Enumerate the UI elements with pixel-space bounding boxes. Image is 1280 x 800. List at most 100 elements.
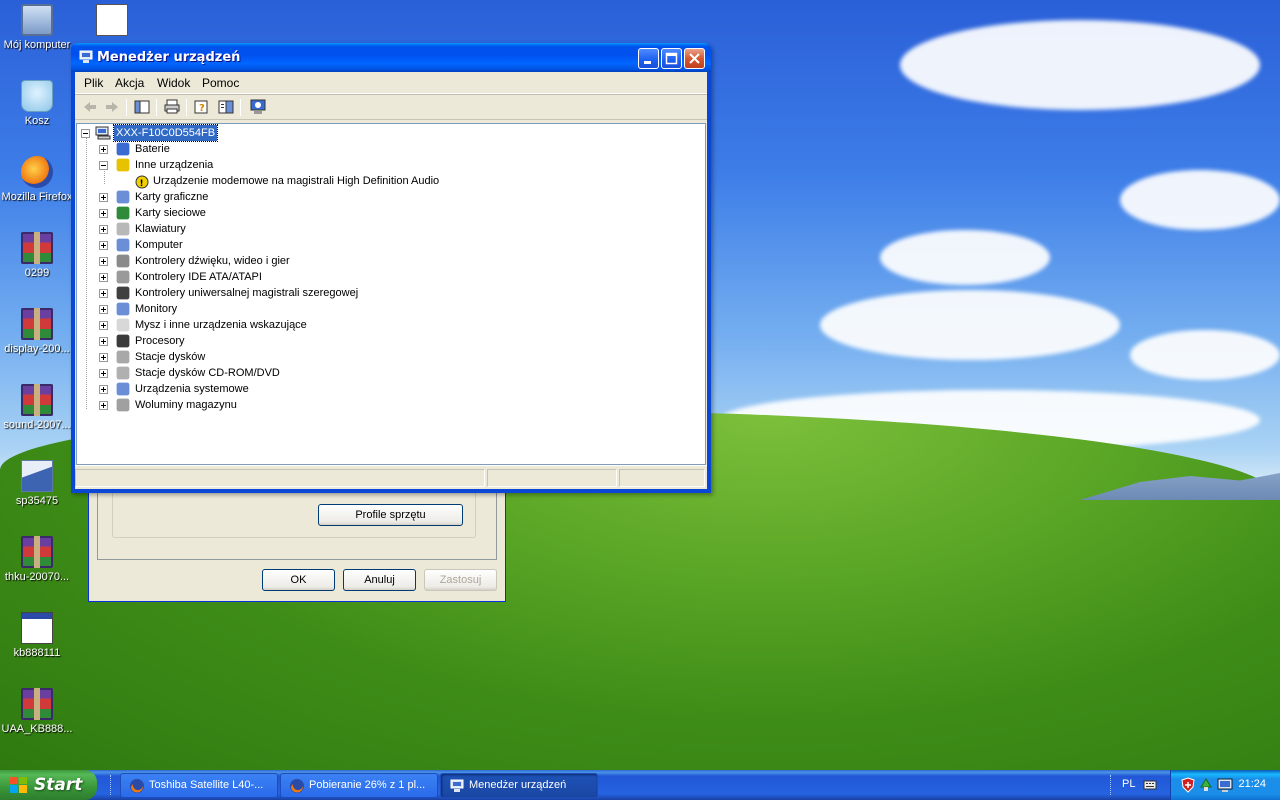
- desktop-icon-kb888111[interactable]: kb888111: [0, 612, 74, 659]
- device-manager-window: Menedżer urządzeń Plik Akcja Widok Pomoc…: [71, 43, 711, 493]
- tree-node-label: Stacje dysków: [135, 351, 206, 363]
- back-arrow-icon[interactable]: [81, 99, 99, 115]
- menu-akcja[interactable]: Akcja: [115, 76, 144, 90]
- maximize-button[interactable]: [661, 48, 682, 69]
- tree-node-label: Karty graficzne: [135, 191, 209, 203]
- expand-toggle[interactable]: [99, 385, 108, 394]
- tree-node-label: Baterie: [135, 143, 170, 155]
- expand-toggle[interactable]: [99, 353, 108, 362]
- display-settings-icon[interactable]: [1217, 777, 1233, 793]
- warning-device-icon: !: [133, 173, 149, 189]
- menu-pomoc[interactable]: Pomoc: [202, 76, 239, 90]
- tree-node-label: Klawiatury: [135, 223, 186, 235]
- forward-arrow-icon[interactable]: [103, 99, 121, 115]
- menu-widok[interactable]: Widok: [157, 76, 190, 90]
- language-bar-grip[interactable]: [1110, 775, 1113, 795]
- toolbar-separator: [240, 99, 241, 116]
- properties-icon[interactable]: [217, 99, 235, 115]
- tree-node-label: Inne urządzenia: [135, 159, 214, 171]
- desktop-icon-thku[interactable]: thku-20070...: [0, 536, 74, 583]
- expand-toggle[interactable]: [99, 193, 108, 202]
- status-pane-3: [619, 469, 705, 487]
- desktop-icon-firefox[interactable]: Mozilla Firefox: [0, 156, 74, 203]
- ide-controller-icon: [116, 270, 130, 284]
- my-computer-icon: [21, 4, 53, 36]
- system-properties-dialog: Profile sprzętu OK Anuluj Zastosuj: [88, 480, 506, 602]
- title-bar[interactable]: Menedżer urządzeń: [71, 43, 711, 72]
- help-icon[interactable]: ?: [193, 99, 211, 115]
- taskbar-grip[interactable]: [110, 775, 113, 795]
- tree-root-label: XXX-F10C0D554FB: [112, 124, 219, 142]
- monitor-icon: [116, 302, 130, 316]
- firefox-icon: [21, 156, 53, 188]
- status-pane-main: [75, 469, 485, 487]
- system-device-icon: [116, 382, 130, 396]
- desktop-icon-recycle-bin[interactable]: Kosz: [0, 80, 74, 127]
- ok-button[interactable]: OK: [262, 569, 335, 591]
- scan-hardware-icon[interactable]: [249, 99, 267, 115]
- tree-node-label: Kontrolery uniwersalnej magistrali szere…: [135, 287, 359, 299]
- winrar-archive-icon: [21, 384, 53, 416]
- expand-toggle[interactable]: [99, 145, 108, 154]
- storage-volume-icon: [116, 398, 130, 412]
- network-icon[interactable]: [1199, 777, 1213, 793]
- status-bar: [75, 465, 707, 489]
- cancel-button[interactable]: Anuluj: [343, 569, 416, 591]
- expand-toggle[interactable]: [99, 273, 108, 282]
- collapse-toggle[interactable]: [99, 161, 108, 170]
- device-manager-icon: [450, 779, 464, 792]
- desktop-icon-display[interactable]: display-200...: [0, 308, 74, 355]
- collapse-toggle[interactable]: [81, 129, 90, 138]
- close-icon: [689, 53, 700, 64]
- expand-toggle[interactable]: [99, 209, 108, 218]
- expand-toggle[interactable]: [99, 321, 108, 330]
- desktop-icon-0299[interactable]: 0299: [0, 232, 74, 279]
- svg-text:?: ?: [199, 103, 205, 114]
- expand-toggle[interactable]: [99, 305, 108, 314]
- cdrom-icon: [116, 366, 130, 380]
- computer-icon: [116, 238, 130, 252]
- processor-icon: [116, 334, 130, 348]
- close-button[interactable]: [684, 48, 705, 69]
- expand-toggle[interactable]: [99, 257, 108, 266]
- expand-toggle[interactable]: [99, 369, 108, 378]
- minimize-button[interactable]: [638, 48, 659, 69]
- expand-toggle[interactable]: [99, 401, 108, 410]
- hardware-profiles-button[interactable]: Profile sprzętu: [318, 504, 463, 526]
- desktop-icon-document[interactable]: [76, 4, 148, 39]
- taskbar-button-toshiba[interactable]: Toshiba Satellite L40-...: [120, 773, 278, 798]
- svg-text:!: !: [140, 179, 144, 189]
- expand-toggle[interactable]: [99, 225, 108, 234]
- firefox-icon: [130, 779, 144, 793]
- desktop-icon-uaa[interactable]: UAA_KB888...: [0, 688, 74, 735]
- window-title: Menedżer urządzeń: [97, 50, 241, 65]
- desktop-icon-sp35475[interactable]: sp35475: [0, 460, 74, 507]
- tree-node-label: Mysz i inne urządzenia wskazujące: [135, 319, 307, 331]
- apply-button: Zastosuj: [424, 569, 497, 591]
- clock[interactable]: 21:24: [1238, 778, 1266, 790]
- menu-bar: Plik Akcja Widok Pomoc: [75, 72, 707, 94]
- tree-node-label: Urządzenia systemowe: [135, 383, 249, 395]
- expand-toggle[interactable]: [99, 337, 108, 346]
- tree-node-label: Woluminy magazynu: [135, 399, 237, 411]
- desktop-icon-my-computer[interactable]: Mój komputer: [0, 4, 74, 51]
- taskbar-button-device-manager[interactable]: Menedżer urządzeń: [440, 773, 598, 798]
- show-hide-console-tree-icon[interactable]: [133, 99, 151, 115]
- expand-toggle[interactable]: [99, 241, 108, 250]
- device-manager-icon: [79, 50, 93, 63]
- computer-icon: [95, 126, 111, 140]
- menu-plik[interactable]: Plik: [84, 76, 103, 90]
- language-indicator[interactable]: PL: [1122, 778, 1135, 790]
- start-button[interactable]: Start: [0, 770, 97, 800]
- keyboard-icon: [116, 222, 130, 236]
- taskbar-button-downloads[interactable]: Pobieranie 26% z 1 pl...: [280, 773, 438, 798]
- mouse-icon: [116, 318, 130, 332]
- security-shield-icon[interactable]: [1181, 777, 1195, 793]
- tree-node-label: Monitory: [135, 303, 178, 315]
- desktop-icon-sound[interactable]: sound-2007...: [0, 384, 74, 431]
- status-pane-2: [487, 469, 617, 487]
- tree-child-label: Urządzenie modemowe na magistrali High D…: [153, 175, 440, 187]
- print-icon[interactable]: [163, 99, 181, 115]
- expand-toggle[interactable]: [99, 289, 108, 298]
- keyboard-layout-icon[interactable]: [1143, 778, 1157, 792]
